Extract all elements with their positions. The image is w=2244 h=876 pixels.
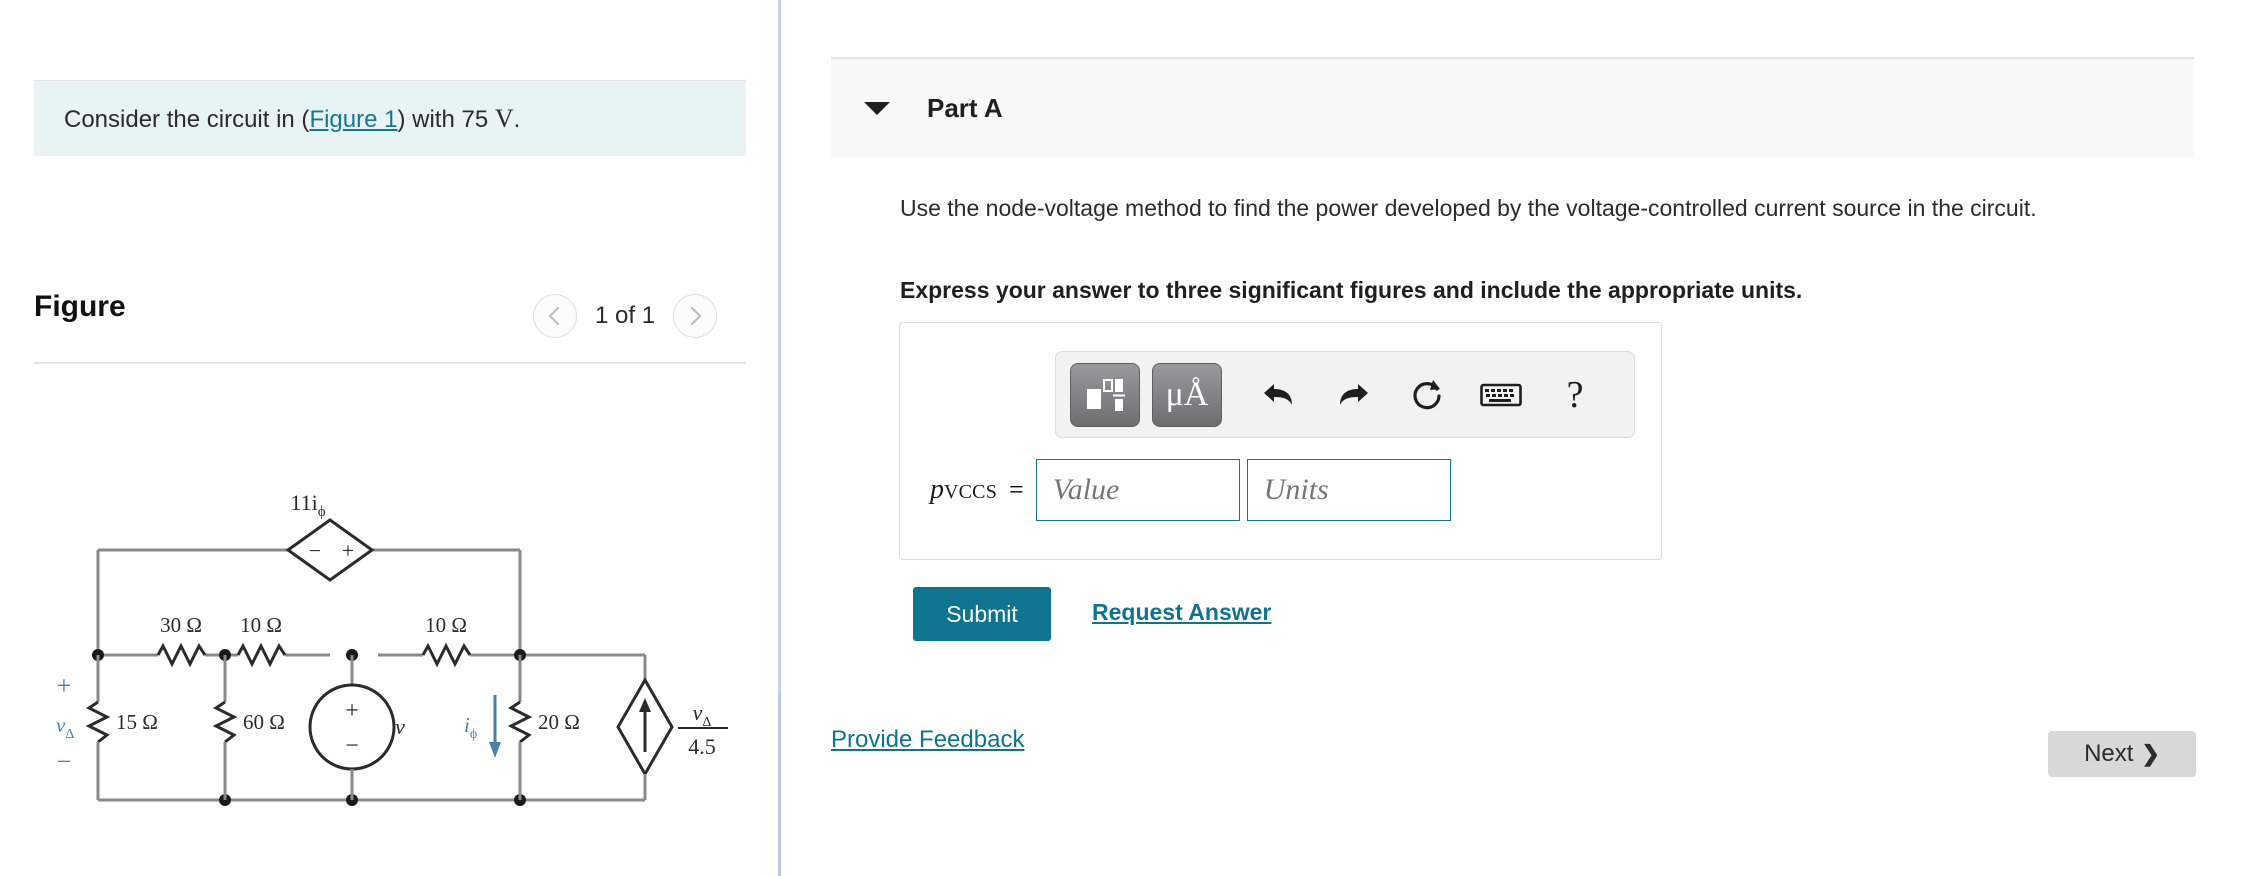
part-a-label: Part A	[927, 92, 1003, 123]
request-answer-link[interactable]: Request Answer	[1092, 599, 1271, 626]
circuit-svg: .w { stroke:#8a8a8a; stroke-width:3; fil…	[56, 490, 728, 806]
answer-units-input[interactable]	[1246, 459, 1451, 521]
submit-button[interactable]: Submit	[913, 587, 1051, 641]
instruction-text: Express your answer to three significant…	[900, 277, 1803, 303]
undo-button[interactable]	[1242, 363, 1316, 427]
dep-source-minus: −	[309, 538, 321, 563]
figure-prev-button[interactable]	[533, 294, 577, 338]
problem-panel: Consider the circuit in (Figure 1) with …	[0, 0, 778, 876]
undo-icon	[1264, 383, 1292, 405]
ccs-numerator: vΔ	[693, 700, 712, 730]
resistor-60-label: 60 Ω	[243, 710, 285, 734]
question-text: Use the node-voltage method to find the …	[900, 195, 2037, 221]
units-micro-angstrom-icon: μÅ	[1165, 375, 1209, 413]
help-icon: ?	[1566, 373, 1584, 416]
statement-prefix: Consider the circuit in (	[64, 105, 310, 133]
answer-symbol: p	[930, 474, 944, 505]
dep-source-label: 11i	[290, 490, 317, 515]
v-delta-label: vΔ	[56, 713, 74, 742]
statement-unit: V	[494, 103, 514, 133]
answer-toolbar: μÅ ?	[1055, 351, 1635, 438]
units-button[interactable]: μÅ	[1152, 362, 1222, 427]
panel-divider-top	[778, 0, 780, 694]
reset-button[interactable]	[1390, 363, 1464, 427]
figure-divider-rule	[34, 362, 746, 364]
answer-value-input[interactable]	[1035, 459, 1240, 521]
dep-source-sub: ϕ	[318, 504, 326, 520]
keyboard-icon	[1480, 383, 1522, 406]
help-button[interactable]: ?	[1538, 363, 1612, 427]
resistor-30-label: 30 Ω	[160, 613, 202, 637]
redo-button[interactable]	[1316, 363, 1390, 427]
answer-entry-box: μÅ ? pVCCS = Value Units	[899, 322, 1662, 560]
chevron-right-icon	[690, 306, 702, 326]
source-minus-sign: −	[345, 733, 359, 759]
statement-suffix: .	[513, 105, 521, 133]
figure-1-link[interactable]: Figure 1	[309, 106, 397, 133]
template-button[interactable]	[1070, 362, 1140, 427]
circuit-diagram: .w { stroke:#8a8a8a; stroke-width:3; fil…	[40, 470, 740, 850]
resistor-20-label: 20 Ω	[538, 710, 580, 734]
figure-next-button[interactable]	[673, 294, 718, 338]
statement-text: Consider the circuit in (Figure 1) with …	[34, 101, 520, 136]
provide-feedback-link[interactable]: Provide Feedback	[831, 726, 1024, 754]
next-button-label: Next	[2084, 740, 2134, 767]
answer-equals-sign: =	[1009, 475, 1024, 504]
dep-source-plus: +	[342, 538, 354, 563]
i-phi-label: iϕ	[464, 713, 477, 742]
ccs-denominator: 4.5	[688, 734, 716, 759]
keyboard-button[interactable]	[1464, 363, 1538, 427]
statement-middle: ) with 75	[397, 105, 495, 133]
source-plus-sign: +	[345, 698, 359, 724]
redo-icon	[1340, 383, 1368, 405]
answer-symbol-subscript: VCCS	[944, 481, 998, 503]
resistor-10-b-label: 10 Ω	[425, 613, 467, 637]
caret-down-icon[interactable]	[864, 101, 890, 115]
figure-count-label: 1 of 1	[595, 302, 656, 329]
part-a-header[interactable]: Part A	[831, 57, 2194, 157]
template-icon	[1087, 378, 1125, 411]
svg-text:11iϕ: 11iϕ	[290, 490, 325, 520]
source-v-label: v	[395, 714, 405, 739]
reset-icon	[1413, 379, 1441, 409]
resistor-15-label: 15 Ω	[116, 710, 158, 734]
page-root: Consider the circuit in (Figure 1) with …	[0, 0, 2244, 876]
v-delta-minus: −	[57, 747, 72, 776]
answer-symbol-label: pVCCS	[930, 474, 997, 506]
chevron-right-icon: ❯	[2141, 741, 2160, 766]
figure-heading: Figure	[34, 290, 126, 323]
answer-row: pVCCS =	[922, 459, 1451, 521]
problem-statement: Consider the circuit in (Figure 1) with …	[34, 81, 746, 156]
figure-navigation: 1 of 1	[533, 294, 718, 338]
next-button[interactable]: Next ❯	[2048, 731, 2196, 777]
resistor-10-a-label: 10 Ω	[240, 613, 282, 637]
chevron-left-icon	[548, 306, 560, 326]
v-delta-plus: +	[57, 671, 72, 700]
